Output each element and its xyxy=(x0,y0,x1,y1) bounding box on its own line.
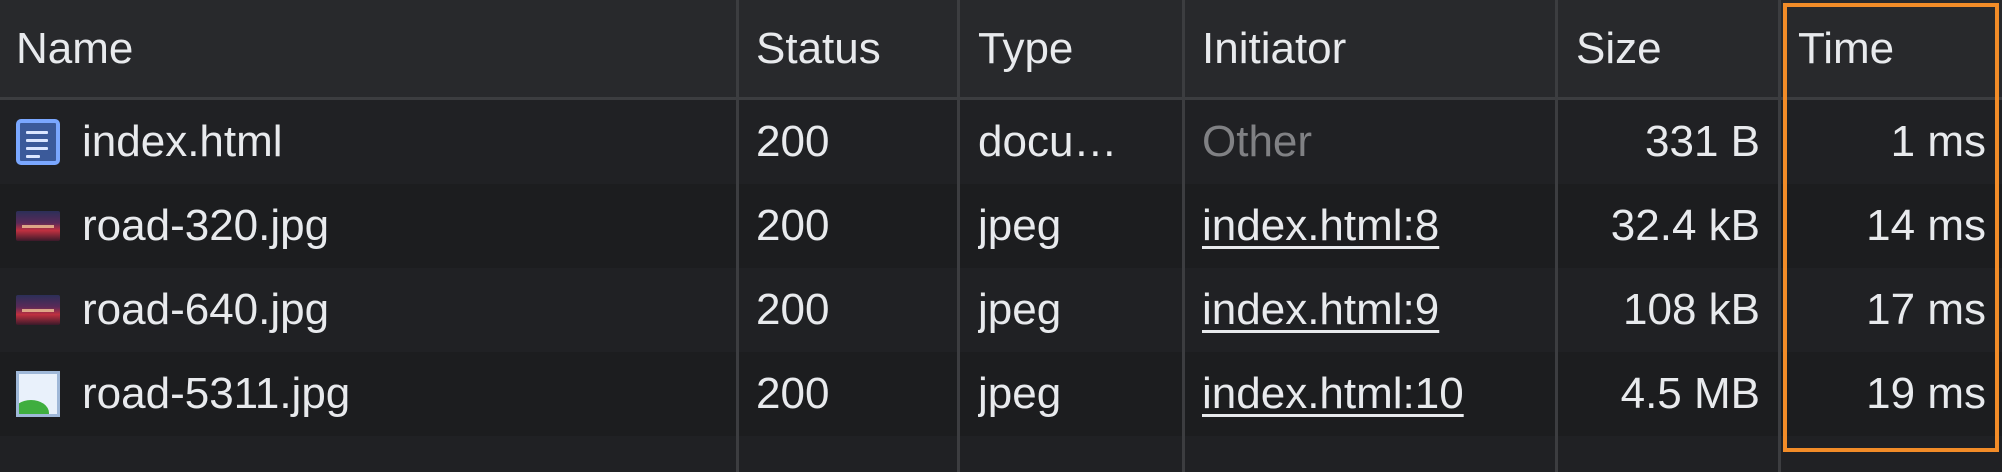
request-name-cell[interactable]: index.html xyxy=(16,100,736,184)
request-name: index.html xyxy=(82,117,283,166)
initiator-link[interactable]: index.html:9 xyxy=(1202,285,1439,335)
column-header-time[interactable]: Time xyxy=(1798,0,1986,97)
image-thumbnail-icon xyxy=(16,295,60,325)
column-divider[interactable] xyxy=(1182,0,1185,472)
column-header-initiator[interactable]: Initiator xyxy=(1202,0,1542,97)
type-cell: jpeg xyxy=(978,184,1178,268)
time-cell: 1 ms xyxy=(1798,100,1986,184)
status-code: 200 xyxy=(756,285,830,334)
request-name-cell[interactable]: road-640.jpg xyxy=(16,268,736,352)
request-time: 14 ms xyxy=(1866,201,1986,250)
initiator-cell: index.html:8 xyxy=(1202,184,1542,268)
column-header-initiator-label: Initiator xyxy=(1202,23,1347,73)
column-header-type[interactable]: Type xyxy=(978,0,1178,97)
size-cell: 108 kB xyxy=(1560,268,1760,352)
type-cell: jpeg xyxy=(978,352,1178,436)
column-divider[interactable] xyxy=(1555,0,1558,472)
table-header-row: Name Status Type Initiator Size Time xyxy=(0,0,2002,100)
column-header-type-label: Type xyxy=(978,23,1074,73)
request-name-cell[interactable]: road-5311.jpg xyxy=(16,352,736,436)
resource-type: docu… xyxy=(978,117,1118,166)
status-code: 200 xyxy=(756,201,830,250)
initiator-link[interactable]: index.html:10 xyxy=(1202,369,1464,419)
request-time: 1 ms xyxy=(1890,117,1986,166)
status-cell: 200 xyxy=(756,100,956,184)
status-cell: 200 xyxy=(756,352,956,436)
initiator-cell: index.html:9 xyxy=(1202,268,1542,352)
table-row[interactable]: road-640.jpg 200 jpeg index.html:9 108 k… xyxy=(0,268,2002,352)
image-thumbnail-icon xyxy=(16,211,60,241)
transfer-size: 108 kB xyxy=(1623,285,1760,334)
initiator-cell: Other xyxy=(1202,100,1542,184)
resource-type: jpeg xyxy=(978,285,1062,334)
request-name: road-5311.jpg xyxy=(82,369,351,418)
size-cell: 331 B xyxy=(1560,100,1760,184)
column-divider[interactable] xyxy=(957,0,960,472)
column-header-name-label: Name xyxy=(16,23,134,73)
request-name: road-320.jpg xyxy=(82,201,330,250)
status-code: 200 xyxy=(756,369,830,418)
request-time: 17 ms xyxy=(1866,285,1986,334)
column-divider[interactable] xyxy=(1778,0,1781,472)
time-cell: 14 ms xyxy=(1798,184,1986,268)
table-row[interactable]: index.html 200 docu… Other 331 B 1 ms xyxy=(0,100,2002,184)
column-header-time-label: Time xyxy=(1798,23,1895,73)
network-requests-table: Name Status Type Initiator Size Time ind… xyxy=(0,0,2002,472)
transfer-size: 4.5 MB xyxy=(1620,369,1760,418)
resource-type: jpeg xyxy=(978,201,1062,250)
status-cell: 200 xyxy=(756,184,956,268)
initiator-text: Other xyxy=(1202,117,1313,166)
size-cell: 4.5 MB xyxy=(1560,352,1760,436)
column-header-size[interactable]: Size xyxy=(1576,0,1776,97)
request-name-cell[interactable]: road-320.jpg xyxy=(16,184,736,268)
status-code: 200 xyxy=(756,117,830,166)
transfer-size: 331 B xyxy=(1645,117,1760,166)
column-header-status[interactable]: Status xyxy=(756,0,956,97)
column-divider[interactable] xyxy=(736,0,739,472)
document-icon xyxy=(16,119,60,165)
time-cell: 19 ms xyxy=(1798,352,1986,436)
table-empty-space xyxy=(0,436,2002,472)
initiator-link[interactable]: index.html:8 xyxy=(1202,201,1439,251)
size-cell: 32.4 kB xyxy=(1560,184,1760,268)
initiator-cell: index.html:10 xyxy=(1202,352,1542,436)
column-header-size-label: Size xyxy=(1576,23,1662,73)
status-cell: 200 xyxy=(756,268,956,352)
column-header-status-label: Status xyxy=(756,23,881,73)
table-row[interactable]: road-320.jpg 200 jpeg index.html:8 32.4 … xyxy=(0,184,2002,268)
column-header-name[interactable]: Name xyxy=(16,0,736,97)
resource-type: jpeg xyxy=(978,369,1062,418)
transfer-size: 32.4 kB xyxy=(1610,201,1760,250)
time-cell: 17 ms xyxy=(1798,268,1986,352)
table-row[interactable]: road-5311.jpg 200 jpeg index.html:10 4.5… xyxy=(0,352,2002,436)
request-time: 19 ms xyxy=(1866,369,1986,418)
request-name: road-640.jpg xyxy=(82,285,330,334)
image-placeholder-icon xyxy=(16,371,60,417)
type-cell: jpeg xyxy=(978,268,1178,352)
type-cell: docu… xyxy=(978,100,1178,184)
